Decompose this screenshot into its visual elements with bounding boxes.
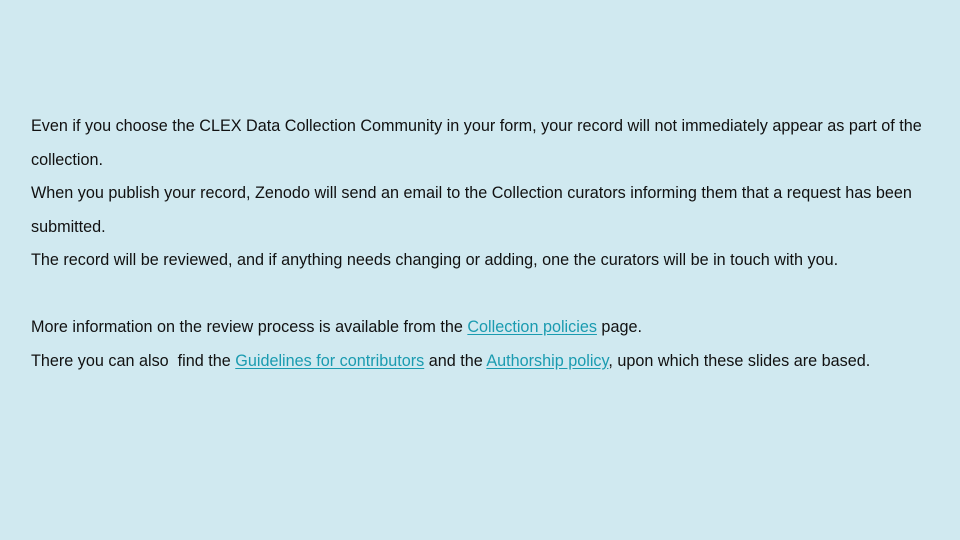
paragraph-publish-email: When you publish your record, Zenodo wil… (31, 184, 912, 236)
guidelines-middle: and the (424, 351, 487, 370)
paragraph-more-information: More information on the review process i… (31, 311, 936, 345)
collection-policies-link[interactable]: Collection policies (467, 318, 597, 336)
paragraph-guidelines: There you can also find the Guidelines f… (31, 345, 936, 379)
guidelines-prefix: There you can also find the (31, 351, 236, 370)
guidelines-for-contributors-link[interactable]: Guidelines for contributors (235, 352, 424, 370)
slide-body: Even if you choose the CLEX Data Collect… (31, 110, 936, 378)
more-info-suffix: page. (596, 318, 642, 336)
authorship-policy-link[interactable]: Authorship policy (486, 352, 608, 370)
guidelines-suffix: , upon which these slides are based. (608, 351, 871, 370)
paragraph-review: The record will be reviewed, and if anyt… (31, 251, 839, 269)
more-info-prefix: More information on the review process i… (31, 318, 468, 336)
paragraph-community-notice: Even if you choose the CLEX Data Collect… (31, 117, 922, 169)
